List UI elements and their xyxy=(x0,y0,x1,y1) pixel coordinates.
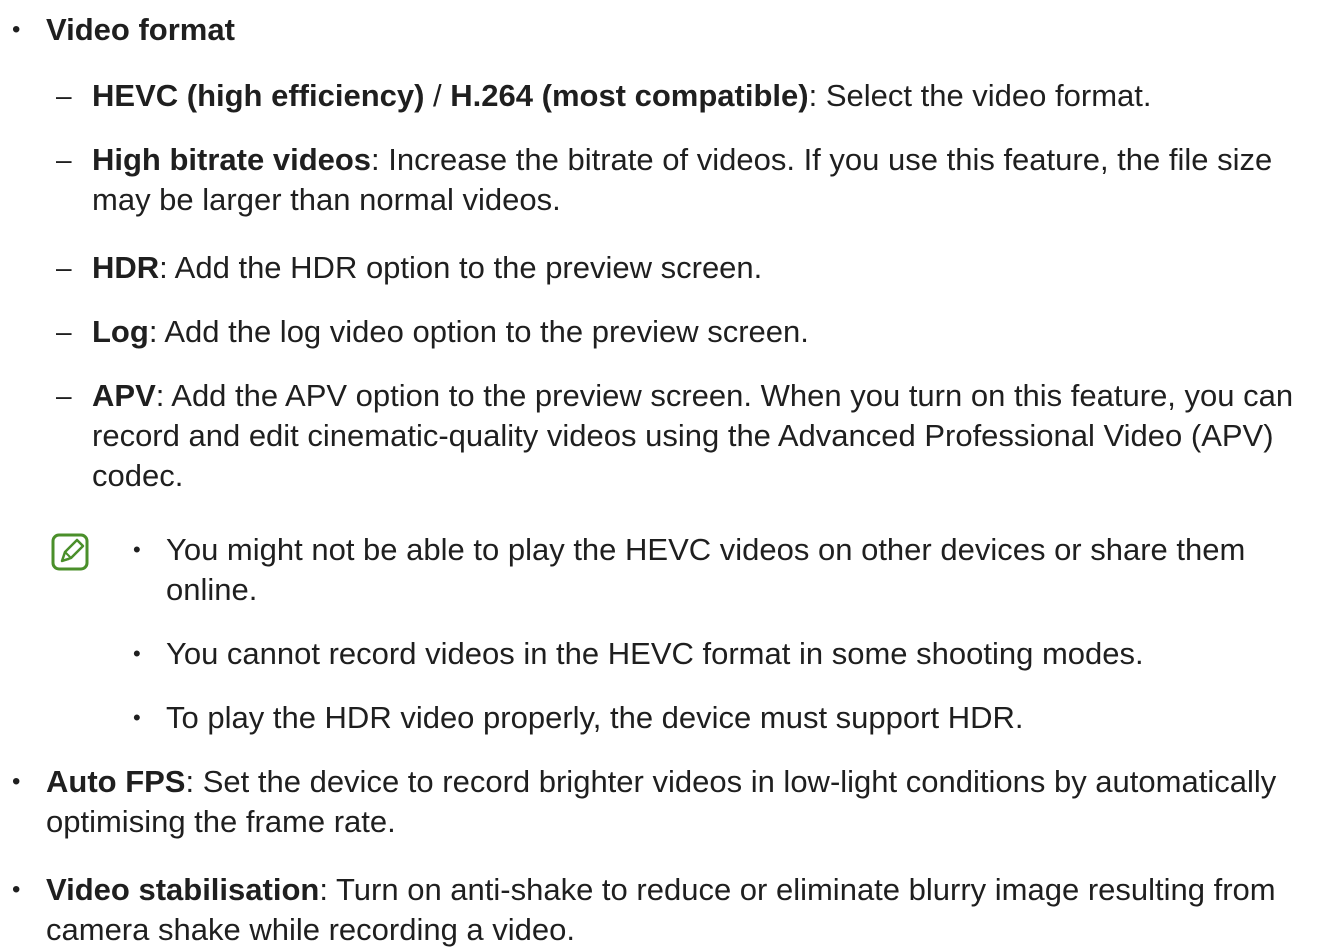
dash-marker: – xyxy=(56,316,72,347)
bullet-marker: • xyxy=(12,876,21,903)
list-item-hevc: HEVC (high efficiency) / H.264 (most com… xyxy=(92,78,1152,113)
dash-marker: – xyxy=(56,144,72,175)
dash-marker: – xyxy=(56,80,72,111)
list-item-log: Log: Add the log video option to the pre… xyxy=(92,314,809,349)
h264-term: H.264 (most compatible) xyxy=(450,78,809,113)
list-item-video-stabilisation: Video stabilisation: Turn on anti-shake … xyxy=(46,872,1276,947)
note-hevc-modes: You cannot record videos in the HEVC for… xyxy=(166,636,1144,671)
heading-video-format: Video format xyxy=(46,10,235,50)
high-bitrate-term: High bitrate videos xyxy=(92,142,372,177)
manual-page: • Video format – HEVC (high efficiency) … xyxy=(0,0,1344,948)
dash-marker: – xyxy=(56,380,72,411)
bullet-marker: • xyxy=(12,768,21,795)
list-item-high-bitrate: High bitrate videos: Increase the bitrat… xyxy=(92,142,1273,217)
list-item-hdr: HDR: Add the HDR option to the preview s… xyxy=(92,250,763,285)
video-stabilisation-term: Video stabilisation xyxy=(46,872,320,907)
dash-marker: – xyxy=(56,252,72,283)
bullet-marker: • xyxy=(12,16,21,43)
note-bullet: • xyxy=(133,537,141,562)
list-item-auto-fps: Auto FPS: Set the device to record brigh… xyxy=(46,764,1277,839)
hdr-term: HDR xyxy=(92,250,160,285)
log-term: Log xyxy=(92,314,149,349)
apv-term: APV xyxy=(92,378,156,413)
note-hdr-support: To play the HDR video properly, the devi… xyxy=(166,700,1024,735)
note-icon xyxy=(51,533,89,571)
note-hevc-playback: You might not be able to play the HEVC v… xyxy=(166,532,1246,607)
auto-fps-term: Auto FPS xyxy=(46,764,186,799)
list-item-apv: APV: Add the APV option to the preview s… xyxy=(92,378,1294,493)
note-bullet: • xyxy=(133,705,141,730)
hevc-term: HEVC (high efficiency) xyxy=(92,78,425,113)
note-bullet: • xyxy=(133,641,141,666)
video-format-term: Video format xyxy=(46,12,235,47)
